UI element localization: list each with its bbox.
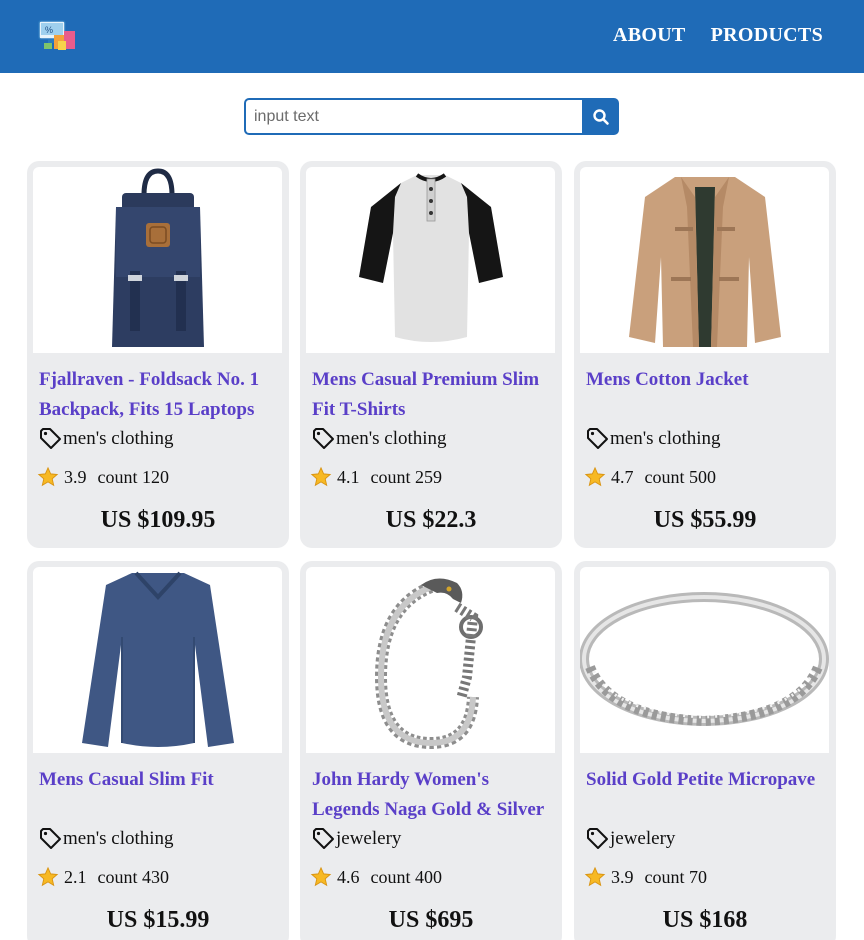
category-label: men's clothing xyxy=(336,428,447,449)
product-category: men's clothing xyxy=(586,428,721,450)
nav-links: ABOUT PRODUCTS xyxy=(613,24,823,47)
rating-count: count 259 xyxy=(370,466,443,487)
product-category: jewelery xyxy=(312,828,401,850)
tag-icon xyxy=(313,828,334,849)
search-button[interactable] xyxy=(582,98,619,135)
product-image[interactable] xyxy=(306,567,555,753)
product-card[interactable]: Fjallraven - Foldsack No. 1 Backpack, Fi… xyxy=(27,161,289,548)
svg-text:%: % xyxy=(45,25,53,35)
tag-icon xyxy=(40,428,61,449)
product-price: US $22.3 xyxy=(385,507,477,533)
rating-count: count 400 xyxy=(370,866,443,887)
category-label: men's clothing xyxy=(63,428,174,449)
product-price: US $109.95 xyxy=(100,507,216,533)
rating-value: 4.1 xyxy=(337,466,360,487)
shop-logo-icon[interactable]: % xyxy=(38,19,78,51)
tag-icon xyxy=(587,428,608,449)
product-category: men's clothing xyxy=(312,428,447,450)
search-icon xyxy=(592,108,609,125)
star-icon xyxy=(37,466,59,487)
product-rating: 4.7 count 500 xyxy=(584,466,716,488)
product-card[interactable]: Mens Casual Premium Slim Fit T-Shirts me… xyxy=(300,161,562,548)
product-rating: 4.6 count 400 xyxy=(310,866,442,888)
category-label: men's clothing xyxy=(63,828,174,849)
product-image[interactable] xyxy=(306,167,555,353)
product-title[interactable]: Fjallraven - Foldsack No. 1 Backpack, Fi… xyxy=(39,365,279,425)
product-image[interactable] xyxy=(33,567,282,753)
tag-icon xyxy=(587,828,608,849)
product-card[interactable]: Mens Casual Slim Fit men's clothing 2.1 … xyxy=(27,561,289,940)
rating-count: count 120 xyxy=(97,466,170,487)
product-title[interactable]: Solid Gold Petite Micropave xyxy=(586,765,826,825)
rating-value: 4.7 xyxy=(611,466,634,487)
product-title[interactable]: Mens Casual Premium Slim Fit T-Shirts xyxy=(312,365,552,425)
star-icon xyxy=(310,866,332,887)
category-label: men's clothing xyxy=(610,428,721,449)
product-price: US $55.99 xyxy=(653,507,757,533)
rating-value: 4.6 xyxy=(337,866,360,887)
product-image[interactable] xyxy=(580,567,829,753)
navbar: % ABOUT PRODUCTS xyxy=(0,0,864,73)
nav-about-link[interactable]: ABOUT xyxy=(613,24,686,47)
rating-value: 2.1 xyxy=(64,866,87,887)
product-image[interactable] xyxy=(580,167,829,353)
product-rating: 3.9 count 70 xyxy=(584,866,707,888)
product-card[interactable]: Solid Gold Petite Micropave jewelery 3.9… xyxy=(574,561,836,940)
product-title[interactable]: John Hardy Women's Legends Naga Gold & S… xyxy=(312,765,552,825)
product-rating: 3.9 count 120 xyxy=(37,466,169,488)
star-icon xyxy=(584,866,606,887)
product-rating: 4.1 count 259 xyxy=(310,466,442,488)
star-icon xyxy=(37,866,59,887)
nav-products-link[interactable]: PRODUCTS xyxy=(711,24,823,47)
search-bar xyxy=(244,98,619,135)
product-image[interactable] xyxy=(33,167,282,353)
product-title[interactable]: Mens Casual Slim Fit xyxy=(39,765,279,825)
tag-icon xyxy=(313,428,334,449)
rating-count: count 500 xyxy=(644,466,717,487)
rating-count: count 430 xyxy=(97,866,170,887)
product-card[interactable]: John Hardy Women's Legends Naga Gold & S… xyxy=(300,561,562,940)
product-category: jewelery xyxy=(586,828,675,850)
category-label: jewelery xyxy=(336,828,402,849)
star-icon xyxy=(310,466,332,487)
product-price: US $695 xyxy=(388,907,474,933)
product-card[interactable]: Mens Cotton Jacket men's clothing 4.7 co… xyxy=(574,161,836,548)
category-label: jewelery xyxy=(610,828,676,849)
product-price: US $15.99 xyxy=(106,907,210,933)
product-title[interactable]: Mens Cotton Jacket xyxy=(586,365,826,425)
rating-value: 3.9 xyxy=(611,866,634,887)
rating-value: 3.9 xyxy=(64,466,87,487)
tag-icon xyxy=(40,828,61,849)
product-price: US $168 xyxy=(662,907,748,933)
product-category: men's clothing xyxy=(39,828,174,850)
search-input[interactable] xyxy=(244,98,582,135)
rating-count: count 70 xyxy=(644,866,708,887)
product-category: men's clothing xyxy=(39,428,174,450)
star-icon xyxy=(584,466,606,487)
product-rating: 2.1 count 430 xyxy=(37,866,169,888)
